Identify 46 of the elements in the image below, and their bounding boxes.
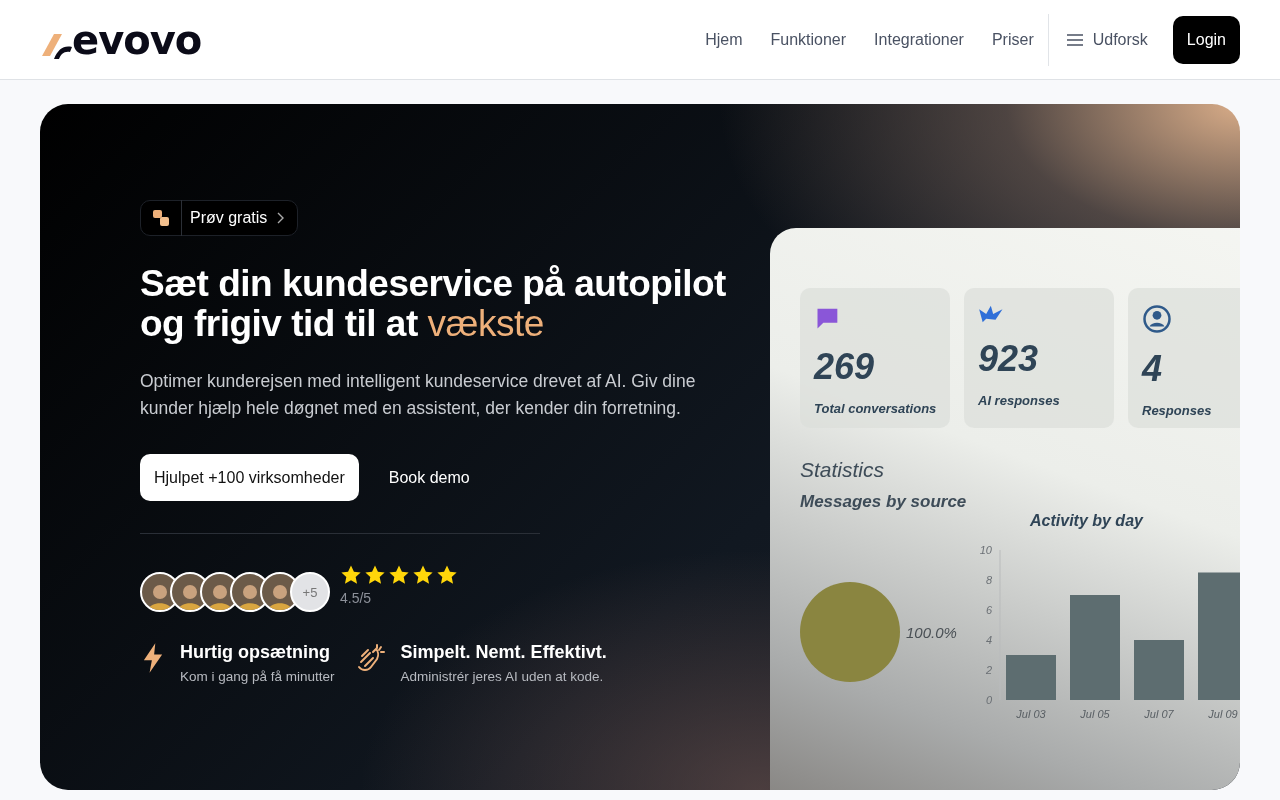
- login-button[interactable]: Login: [1172, 15, 1240, 64]
- blocks-icon: [152, 209, 170, 227]
- feature-subtitle: Kom i gang på få minutter: [180, 669, 335, 684]
- axis-tick-label: 6: [985, 604, 992, 616]
- hero-heading: Sæt din kundeservice på autopilot og frigiv tid til at vækste: [140, 264, 727, 344]
- feature-subtitle: Administrér jeres AI uden at kode.: [400, 669, 605, 684]
- axis-category-label: Jul 05: [1080, 708, 1110, 720]
- axis-tick-label: 0: [985, 694, 992, 706]
- book-demo-button[interactable]: Book demo: [382, 467, 476, 488]
- axis-tick-label: 4: [985, 634, 992, 646]
- hero-description: Optimer kunderejsen med intelligent kundeservice drevet af AI. Giv dine kunder hjælp hele døgnet med en assistent, der kender din forretning.: [140, 370, 697, 420]
- chart-title: Activity by day: [1030, 512, 1143, 530]
- stat-value: 923: [978, 338, 1040, 380]
- stat-label: Responses: [1142, 402, 1213, 420]
- more-avatars-count: +5: [290, 572, 330, 612]
- section-title: Statistics: [800, 458, 885, 482]
- axis-category-label: Jul 07: [1144, 708, 1174, 720]
- logo-text[interactable]: evovo: [72, 19, 202, 60]
- stat-label: AI responses: [978, 392, 1061, 410]
- axis-tick-label: 10: [979, 544, 992, 556]
- stat-value: 4: [1142, 348, 1164, 390]
- stat-value: 269: [814, 346, 876, 388]
- stat-label: Total conversations: [814, 400, 938, 418]
- explore-menu-button[interactable]: Udforsk: [1050, 30, 1164, 49]
- nav-link[interactable]: Priser: [977, 30, 1048, 49]
- logo-mark-icon: [40, 31, 72, 60]
- nav-link[interactable]: Integrationer: [860, 30, 978, 49]
- feature-title: Simpelt. Nemt. Effektivt.: [400, 642, 607, 663]
- menu-icon: [1066, 33, 1083, 46]
- chevron-right-icon: [277, 212, 286, 224]
- nav-link[interactable]: Hjem: [691, 30, 757, 49]
- pie-percentage-label: 100.0%: [906, 623, 957, 641]
- axis-tick-label: 8: [985, 574, 992, 586]
- customers-button[interactable]: Hjulpet +100 virksomheder: [140, 454, 359, 501]
- nav-link[interactable]: Funktioner: [756, 30, 861, 49]
- axis-category-label: Jul 03: [1016, 708, 1046, 720]
- axis-category-label: Jul 09: [1208, 708, 1238, 720]
- chart-bar: [1134, 640, 1184, 700]
- rating-score: 4.5/5: [340, 590, 373, 606]
- chart-bar: [1006, 655, 1056, 700]
- chart-title: Messages by source: [800, 492, 967, 512]
- feature-title: Hurtig opsætning: [180, 642, 331, 663]
- clapping-hands-icon: [356, 642, 387, 674]
- try-free-button[interactable]: Prøv gratis: [140, 200, 299, 236]
- user-circle-icon: [1142, 304, 1172, 334]
- axis-tick-label: 2: [985, 664, 992, 676]
